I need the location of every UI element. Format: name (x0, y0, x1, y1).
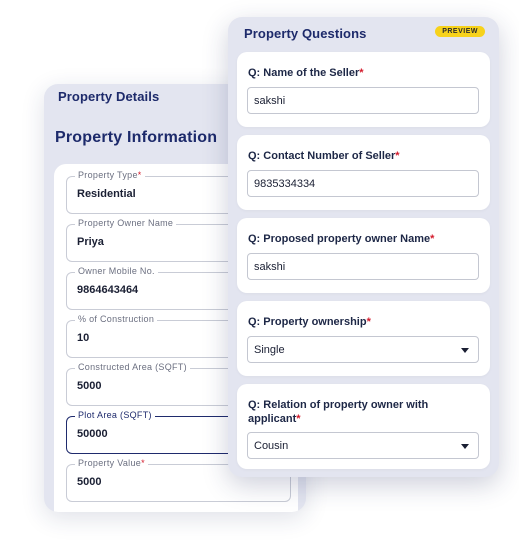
proposed-owner-input[interactable]: sakshi (247, 253, 479, 280)
preview-badge: PREVIEW (435, 26, 485, 37)
property-questions-panel: Property Questions PREVIEW Q: Name of th… (228, 17, 499, 477)
property-information-title: Property Information (55, 129, 218, 146)
property-questions-header: Property Questions (244, 26, 367, 41)
ownership-select[interactable]: Single (247, 336, 479, 363)
seller-contact-value: 9835334334 (254, 178, 316, 190)
seller-name-input[interactable]: sakshi (247, 87, 479, 114)
question-text: Q: Name of the Seller* (248, 67, 364, 79)
owner-mobile-value: 9864643464 (77, 284, 139, 296)
property-value-label: Property Value* (75, 458, 148, 468)
seller-name-value: sakshi (254, 95, 286, 107)
question-card-ownership: Q: Property ownership* Single (237, 301, 490, 376)
question-text: Q: Contact Number of Seller* (248, 150, 400, 162)
property-value-value: 5000 (77, 476, 102, 488)
seller-contact-input[interactable]: 9835334334 (247, 170, 479, 197)
proposed-owner-value: sakshi (254, 261, 286, 273)
property-details-header: Property Details (58, 89, 160, 104)
property-type-value: Residential (77, 188, 136, 200)
question-card-proposed-owner: Q: Proposed property owner Name* sakshi (237, 218, 490, 293)
construction-percent-label: % of Construction (75, 314, 158, 324)
plot-area-value: 50000 (77, 428, 108, 440)
caret-down-icon (461, 348, 469, 353)
caret-down-icon (461, 444, 469, 449)
constructed-area-value: 5000 (77, 380, 102, 392)
plot-area-label: Plot Area (SQFT) (75, 410, 155, 420)
question-card-relation: Q: Relation of property owner with appli… (237, 384, 490, 469)
construction-percent-value: 10 (77, 332, 90, 344)
relation-select[interactable]: Cousin (247, 432, 479, 459)
owner-mobile-label: Owner Mobile No. (75, 266, 158, 276)
relation-value: Cousin (254, 440, 289, 452)
ownership-value: Single (254, 344, 285, 356)
question-card-seller-name: Q: Name of the Seller* sakshi (237, 52, 490, 127)
property-owner-name-label: Property Owner Name (75, 218, 177, 228)
property-owner-name-value: Priya (77, 236, 104, 248)
question-text: Q: Proposed property owner Name* (248, 233, 435, 245)
property-type-label: Property Type* (75, 170, 145, 180)
question-text: Q: Property ownership* (248, 316, 371, 328)
question-card-seller-contact: Q: Contact Number of Seller* 9835334334 (237, 135, 490, 210)
question-text: Q: Relation of property owner with appli… (248, 399, 429, 425)
constructed-area-label: Constructed Area (SQFT) (75, 362, 190, 372)
